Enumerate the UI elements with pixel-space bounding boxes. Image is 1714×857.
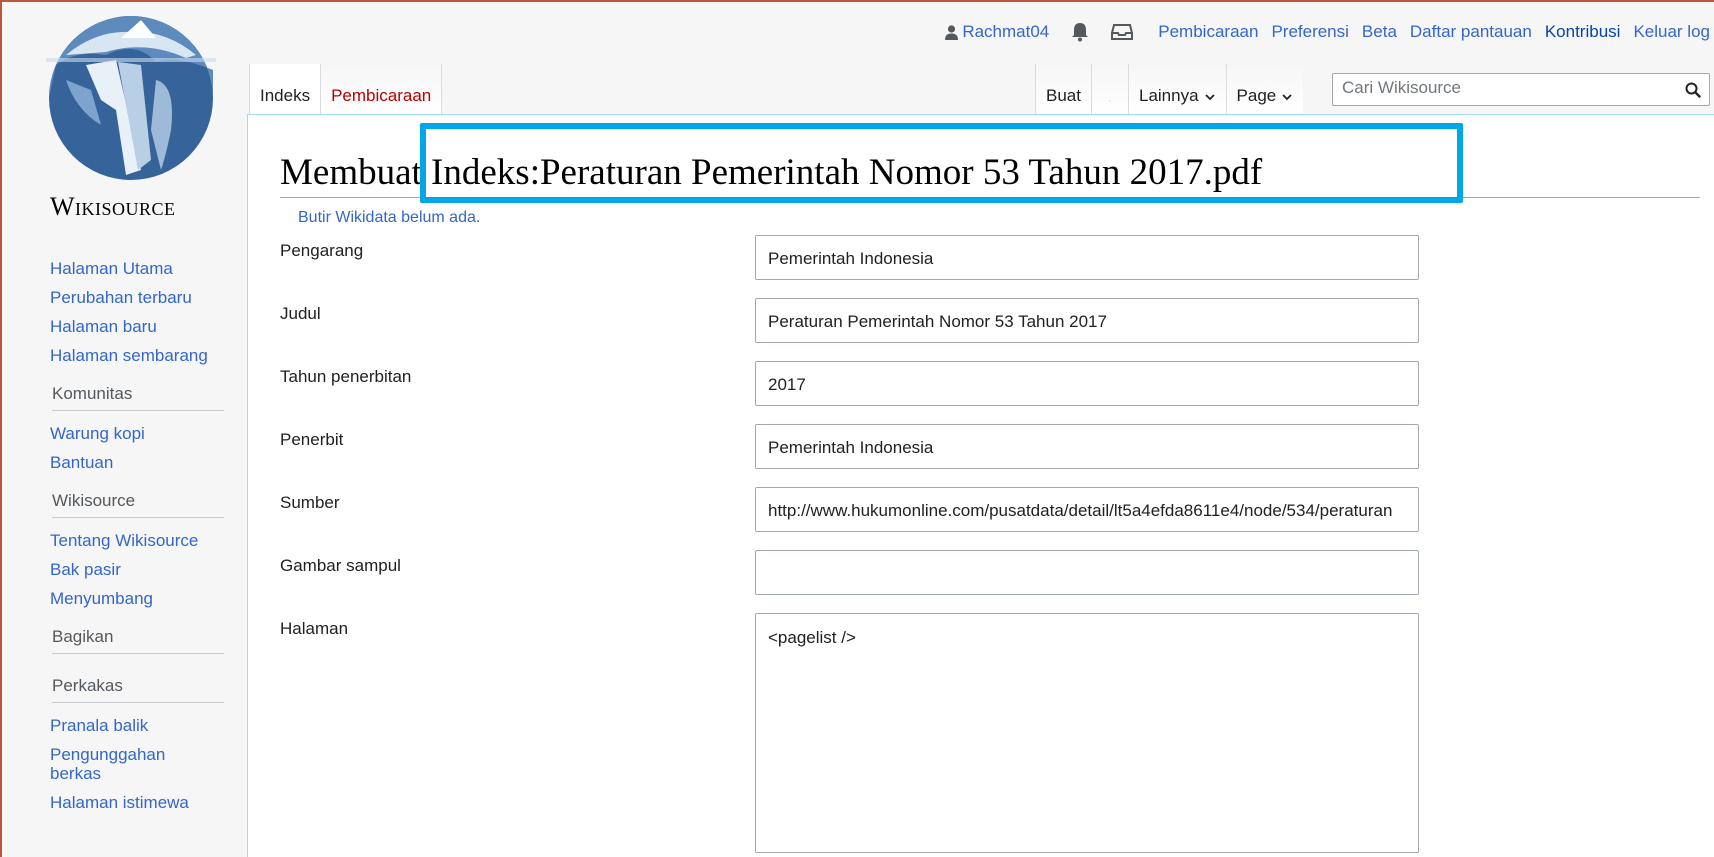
field-label: Pengarang: [280, 241, 364, 260]
user-icon: [945, 24, 959, 40]
link-pembicaraan-user[interactable]: Pembicaraan: [1158, 22, 1258, 42]
sidebar-item-halaman-sembarang[interactable]: Halaman sembarang: [50, 341, 226, 370]
sidebar-heading-perkakas[interactable]: Perkakas: [52, 662, 224, 703]
halaman-textarea[interactable]: <pagelist />: [755, 613, 1419, 853]
sidebar-item-perubahan-terbaru[interactable]: Perubahan terbaru: [50, 283, 226, 312]
tab-indeks[interactable]: Indeks: [249, 64, 322, 114]
tab-lainnya[interactable]: Lainnya: [1127, 64, 1226, 114]
wikidata-link[interactable]: Butir Wikidata belum ada.: [298, 209, 480, 227]
namespace-tabs: Indeks Pembicaraan: [249, 64, 443, 114]
gambar-sampul-field[interactable]: [755, 550, 1419, 595]
field-value: 2017: [768, 375, 806, 394]
username: Rachmat04: [962, 22, 1050, 41]
field-label: Penerbit: [280, 430, 344, 449]
tab-page-label: Page: [1236, 86, 1277, 105]
personal-tools: Rachmat04 Pembicaraan Preferensi Beta Da…: [945, 22, 1710, 42]
tab-buat[interactable]: Buat: [1035, 64, 1091, 114]
tab-lainnya-label: Lainnya: [1138, 86, 1199, 105]
sidebar-item-halaman-baru[interactable]: Halaman baru: [50, 312, 226, 341]
sidebar-item-warung-kopi[interactable]: Warung kopi: [50, 419, 226, 448]
sumber-field[interactable]: http://www.hukumonline.com/pusatdata/det…: [755, 487, 1419, 532]
tab-page[interactable]: Page: [1225, 64, 1304, 114]
sidebar-heading-komunitas[interactable]: Komunitas: [52, 370, 224, 411]
notifications-bell-icon[interactable]: [1071, 22, 1089, 42]
sidebar-item-pengunggahan-berkas[interactable]: Pengunggahan berkas: [50, 740, 165, 788]
link-keluar-log[interactable]: Keluar log: [1633, 22, 1710, 42]
main-content: Membuat Indeks:Peraturan Pemerintah Nomo…: [247, 114, 1714, 857]
field-value: Pemerintah Indonesia: [768, 438, 934, 457]
sidebar-heading-wikisource[interactable]: Wikisource: [52, 477, 224, 518]
search-icon[interactable]: [1685, 82, 1701, 103]
field-label: Judul: [280, 304, 321, 323]
field-label: Sumber: [280, 493, 340, 512]
link-daftar-pantauan[interactable]: Daftar pantauan: [1410, 22, 1532, 42]
sidebar-item-tentang-wikisource[interactable]: Tentang Wikisource: [50, 526, 226, 555]
sidebar-item-bantuan[interactable]: Bantuan: [50, 448, 226, 477]
sidebar-item-menyumbang[interactable]: Menyumbang: [50, 584, 226, 613]
view-tabs: Buat Lainnya Page: [1035, 64, 1304, 114]
field-value: <pagelist />: [768, 628, 856, 647]
wikisource-wordmark[interactable]: Wikisource: [50, 192, 176, 222]
sidebar-item-bak-pasir[interactable]: Bak pasir: [50, 555, 226, 584]
sidebar: Halaman Utama Perubahan terbaru Halaman …: [50, 254, 226, 817]
link-preferensi[interactable]: Preferensi: [1271, 22, 1348, 42]
link-beta[interactable]: Beta: [1362, 22, 1397, 42]
search-box: [1332, 73, 1710, 106]
user-link[interactable]: Rachmat04: [945, 22, 1049, 42]
sidebar-item-halaman-istimewa[interactable]: Halaman istimewa: [50, 788, 226, 817]
browser-viewport: Wikisource Halaman Utama Perubahan terba…: [0, 0, 1714, 857]
notices-tray-icon[interactable]: [1111, 23, 1134, 41]
search-input[interactable]: [1342, 78, 1662, 98]
tab-pembicaraan[interactable]: Pembicaraan: [321, 64, 443, 114]
penerbit-field[interactable]: Pemerintah Indonesia: [755, 424, 1419, 469]
sidebar-item-halaman-utama[interactable]: Halaman Utama: [50, 254, 226, 283]
highlight-box: [420, 123, 1463, 203]
chevron-down-icon: [1204, 94, 1215, 101]
judul-field[interactable]: Peraturan Pemerintah Nomor 53 Tahun 2017: [755, 298, 1419, 343]
wikisource-logo[interactable]: [46, 10, 216, 220]
sidebar-heading-bagikan[interactable]: Bagikan: [52, 613, 224, 654]
watch-star-icon[interactable]: [1090, 64, 1128, 114]
link-kontribusi[interactable]: Kontribusi: [1545, 22, 1621, 42]
field-value: Pemerintah Indonesia: [768, 249, 934, 268]
tab-buat-label: Buat: [1046, 86, 1081, 105]
chevron-down-icon: [1282, 94, 1292, 101]
field-value: http://www.hukumonline.com/pusatdata/det…: [768, 501, 1393, 520]
field-label: Gambar sampul: [280, 556, 401, 575]
field-label: Halaman: [280, 619, 349, 638]
field-value: Peraturan Pemerintah Nomor 53 Tahun 2017: [768, 312, 1107, 331]
sidebar-item-pranala-balik[interactable]: Pranala balik: [50, 711, 226, 740]
pengarang-field[interactable]: Pemerintah Indonesia: [755, 235, 1419, 280]
tahun-penerbitan-field[interactable]: 2017: [755, 361, 1419, 406]
field-label: Tahun penerbitan: [280, 367, 412, 386]
